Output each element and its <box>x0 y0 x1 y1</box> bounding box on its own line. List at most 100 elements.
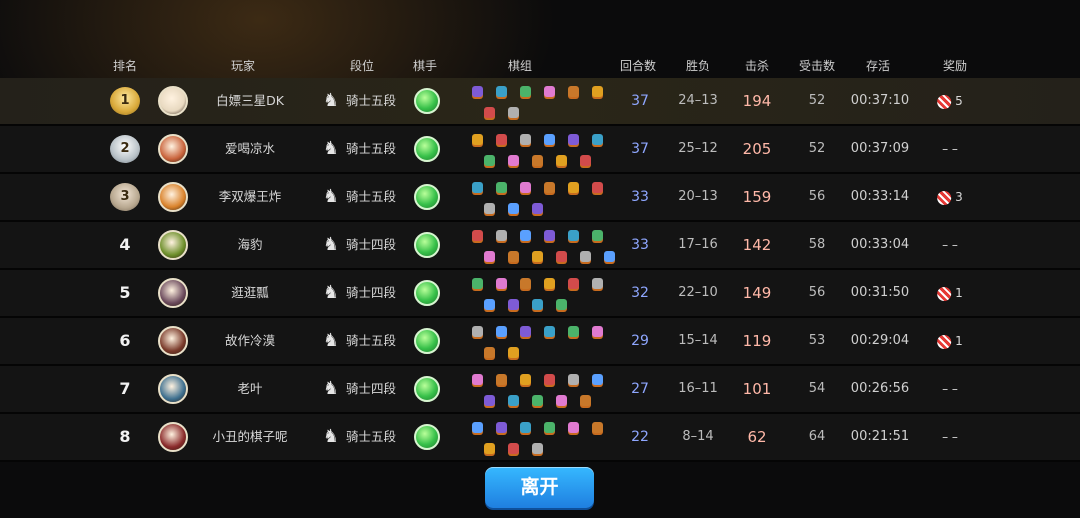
unit-icon[interactable] <box>508 299 519 310</box>
unit-icon[interactable] <box>604 251 615 262</box>
unit-icon[interactable] <box>484 251 495 262</box>
slime-chess-player-icon[interactable] <box>414 88 440 114</box>
avatar[interactable] <box>158 326 188 356</box>
unit-icon[interactable] <box>484 347 495 358</box>
unit-icon[interactable] <box>544 230 555 241</box>
unit-icon[interactable] <box>568 134 579 145</box>
unit-icon[interactable] <box>592 326 603 337</box>
unit-icon[interactable] <box>580 251 591 262</box>
unit-icon[interactable] <box>568 182 579 193</box>
unit-icon[interactable] <box>484 299 495 310</box>
unit-icon[interactable] <box>592 230 603 241</box>
unit-icon[interactable] <box>484 155 495 166</box>
avatar[interactable] <box>158 134 188 164</box>
unit-icon[interactable] <box>484 107 495 118</box>
unit-icon[interactable] <box>532 203 543 214</box>
lineup-units[interactable] <box>466 272 616 314</box>
unit-icon[interactable] <box>472 230 483 241</box>
leave-button[interactable]: 离开 <box>485 467 594 508</box>
table-row[interactable]: 6 故作冷漠 ♞ 骑士五段 29 15–14 119 53 00:29:04 1 <box>0 318 1080 366</box>
unit-icon[interactable] <box>568 230 579 241</box>
unit-icon[interactable] <box>472 374 483 385</box>
slime-chess-player-icon[interactable] <box>414 424 440 450</box>
unit-icon[interactable] <box>484 443 495 454</box>
unit-icon[interactable] <box>580 395 591 406</box>
lineup-units[interactable] <box>466 176 616 218</box>
unit-icon[interactable] <box>592 86 603 97</box>
lineup-units[interactable] <box>466 128 616 170</box>
unit-icon[interactable] <box>496 230 507 241</box>
unit-icon[interactable] <box>532 155 543 166</box>
unit-icon[interactable] <box>472 326 483 337</box>
unit-icon[interactable] <box>508 443 519 454</box>
table-row[interactable]: 8 小丑的棋子呢 ♞ 骑士五段 22 8–14 62 64 00:21:51 – – <box>0 414 1080 462</box>
slime-chess-player-icon[interactable] <box>414 280 440 306</box>
unit-icon[interactable] <box>496 326 507 337</box>
unit-icon[interactable] <box>520 230 531 241</box>
lineup-units[interactable] <box>466 416 616 458</box>
unit-icon[interactable] <box>484 395 495 406</box>
lineup-units[interactable] <box>466 320 616 362</box>
unit-icon[interactable] <box>544 182 555 193</box>
avatar[interactable] <box>158 182 188 212</box>
avatar[interactable] <box>158 86 188 116</box>
table-row[interactable]: 5 逛逛瓢 ♞ 骑士四段 32 22–10 149 56 00:31:50 1 <box>0 270 1080 318</box>
slime-chess-player-icon[interactable] <box>414 328 440 354</box>
unit-icon[interactable] <box>532 443 543 454</box>
unit-icon[interactable] <box>532 395 543 406</box>
unit-icon[interactable] <box>592 182 603 193</box>
table-row[interactable]: 2 爱喝凉水 ♞ 骑士五段 37 25–12 205 52 00:37:09 – – <box>0 126 1080 174</box>
unit-icon[interactable] <box>496 422 507 433</box>
unit-icon[interactable] <box>568 86 579 97</box>
unit-icon[interactable] <box>532 251 543 262</box>
unit-icon[interactable] <box>472 182 483 193</box>
slime-chess-player-icon[interactable] <box>414 376 440 402</box>
unit-icon[interactable] <box>592 374 603 385</box>
unit-icon[interactable] <box>520 134 531 145</box>
unit-icon[interactable] <box>496 86 507 97</box>
lineup-units[interactable] <box>466 368 616 410</box>
unit-icon[interactable] <box>592 278 603 289</box>
avatar[interactable] <box>158 278 188 308</box>
unit-icon[interactable] <box>496 278 507 289</box>
avatar[interactable] <box>158 374 188 404</box>
unit-icon[interactable] <box>508 251 519 262</box>
unit-icon[interactable] <box>520 374 531 385</box>
slime-chess-player-icon[interactable] <box>414 184 440 210</box>
unit-icon[interactable] <box>556 251 567 262</box>
unit-icon[interactable] <box>556 299 567 310</box>
slime-chess-player-icon[interactable] <box>414 136 440 162</box>
unit-icon[interactable] <box>544 422 555 433</box>
unit-icon[interactable] <box>508 155 519 166</box>
unit-icon[interactable] <box>472 278 483 289</box>
avatar[interactable] <box>158 422 188 452</box>
unit-icon[interactable] <box>496 182 507 193</box>
unit-icon[interactable] <box>592 422 603 433</box>
unit-icon[interactable] <box>508 395 519 406</box>
unit-icon[interactable] <box>568 326 579 337</box>
unit-icon[interactable] <box>496 134 507 145</box>
unit-icon[interactable] <box>544 134 555 145</box>
unit-icon[interactable] <box>592 134 603 145</box>
unit-icon[interactable] <box>580 155 591 166</box>
lineup-units[interactable] <box>466 80 616 122</box>
unit-icon[interactable] <box>472 422 483 433</box>
unit-icon[interactable] <box>484 203 495 214</box>
unit-icon[interactable] <box>520 422 531 433</box>
unit-icon[interactable] <box>556 155 567 166</box>
unit-icon[interactable] <box>472 86 483 97</box>
unit-icon[interactable] <box>508 347 519 358</box>
unit-icon[interactable] <box>568 278 579 289</box>
table-row[interactable]: 4 海豹 ♞ 骑士四段 33 17–16 142 58 00:33:04 – – <box>0 222 1080 270</box>
lineup-units[interactable] <box>466 224 616 266</box>
unit-icon[interactable] <box>544 278 555 289</box>
slime-chess-player-icon[interactable] <box>414 232 440 258</box>
table-row[interactable]: 3 李双爆王炸 ♞ 骑士五段 33 20–13 159 56 00:33:14 3 <box>0 174 1080 222</box>
unit-icon[interactable] <box>568 422 579 433</box>
unit-icon[interactable] <box>556 395 567 406</box>
unit-icon[interactable] <box>544 374 555 385</box>
unit-icon[interactable] <box>472 134 483 145</box>
unit-icon[interactable] <box>520 182 531 193</box>
unit-icon[interactable] <box>508 203 519 214</box>
unit-icon[interactable] <box>508 107 519 118</box>
